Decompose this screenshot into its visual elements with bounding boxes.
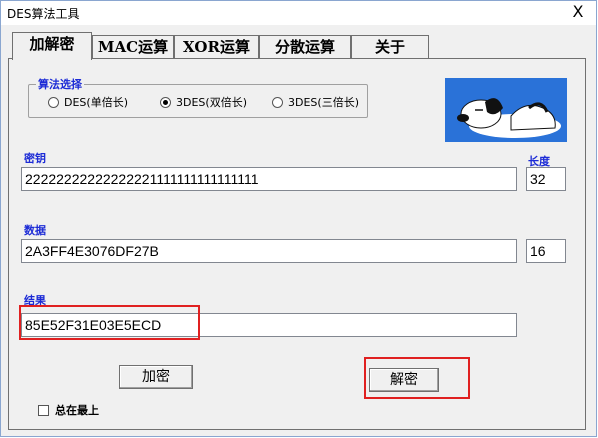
- tab-about[interactable]: 关于: [351, 35, 429, 59]
- key-length-field[interactable]: 32: [526, 167, 566, 191]
- radio-3des-triple[interactable]: 3DES(三倍长): [272, 94, 359, 110]
- data-length-field[interactable]: 16: [526, 239, 566, 263]
- snoopy-image: [445, 78, 567, 142]
- tab-encrypt-decrypt[interactable]: 加解密: [12, 32, 92, 60]
- title-bar: DES算法工具 X: [1, 1, 596, 25]
- algorithm-legend: 算法选择: [36, 76, 84, 92]
- radio-label: DES(单倍长): [64, 96, 128, 109]
- window-title: DES算法工具: [7, 7, 80, 21]
- radio-3des-double[interactable]: 3DES(双倍长): [160, 94, 247, 110]
- data-input[interactable]: 2A3FF4E3076DF27B: [21, 239, 517, 263]
- tab-xor[interactable]: XOR运算: [174, 35, 259, 59]
- snoopy-picture-icon: [445, 78, 567, 142]
- tab-diversify[interactable]: 分散运算: [259, 35, 351, 59]
- data-label: 数据: [24, 224, 46, 237]
- result-highlight: [19, 305, 200, 340]
- always-on-top-checkbox[interactable]: 总在最上: [38, 402, 99, 418]
- encrypt-button[interactable]: 加密: [119, 365, 193, 389]
- key-label: 密钥: [24, 152, 46, 165]
- radio-icon: [272, 96, 283, 108]
- radio-selected-icon: [160, 96, 171, 108]
- radio-des-single[interactable]: DES(单倍长): [48, 94, 128, 110]
- radio-label: 3DES(三倍长): [288, 96, 359, 109]
- tab-mac[interactable]: MAC运算: [92, 35, 174, 59]
- key-input[interactable]: 22222222222222221111111111111111: [21, 167, 517, 191]
- radio-label: 3DES(双倍长): [176, 96, 247, 109]
- checkbox-label: 总在最上: [55, 404, 99, 417]
- decrypt-highlight: [364, 357, 470, 399]
- checkbox-icon: [38, 404, 49, 416]
- radio-icon: [48, 96, 59, 108]
- close-button[interactable]: X: [564, 1, 592, 23]
